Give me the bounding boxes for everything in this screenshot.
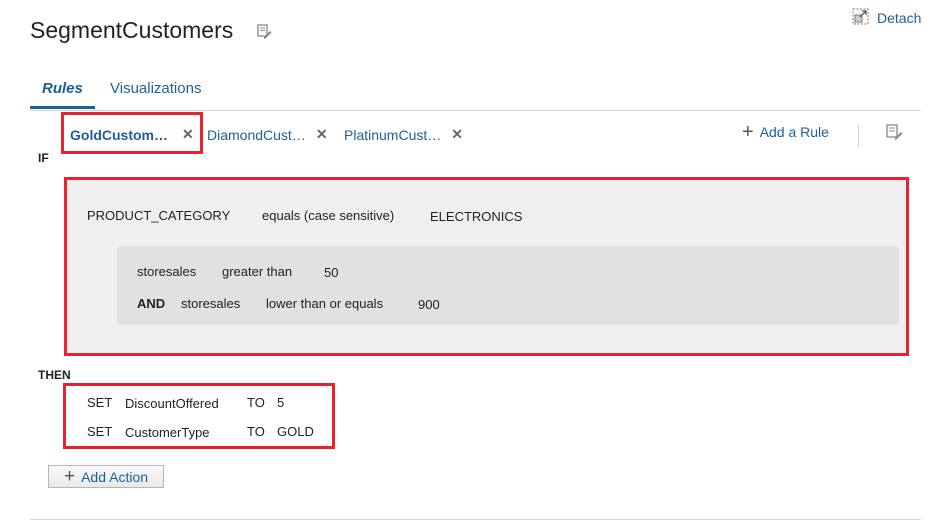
- bottom-divider: [30, 519, 921, 520]
- page-title: SegmentCustomers: [30, 17, 234, 43]
- action-to-keyword: TO: [247, 424, 265, 439]
- close-icon[interactable]: ✕: [182, 126, 194, 143]
- if-label: IF: [38, 151, 49, 165]
- detach-label: Detach: [877, 10, 922, 26]
- highlight-conditions: [64, 177, 909, 356]
- action-set-keyword: SET: [87, 395, 113, 410]
- add-action-label: Add Action: [81, 468, 149, 485]
- then-label: THEN: [38, 368, 71, 382]
- tab-visualizations[interactable]: Visualizations: [110, 80, 201, 97]
- action-set-keyword: SET: [87, 424, 113, 439]
- rule-tab-platinum[interactable]: PlatinumCust… ✕: [344, 126, 463, 143]
- rule-tab-gold[interactable]: GoldCustom… ✕: [70, 126, 194, 143]
- main-tabs: Rules Visualizations: [30, 70, 921, 111]
- add-action-button[interactable]: + Add Action: [48, 465, 164, 488]
- close-icon[interactable]: ✕: [316, 126, 328, 143]
- close-icon[interactable]: ✕: [451, 126, 463, 143]
- rule-tab-label: GoldCustom…: [70, 126, 168, 143]
- add-rule-label: Add a Rule: [759, 124, 829, 140]
- edit-rules-icon[interactable]: [886, 124, 904, 142]
- action-value[interactable]: GOLD: [277, 424, 314, 439]
- plus-icon: +: [63, 465, 76, 487]
- plus-icon: +: [742, 121, 754, 143]
- edit-title-icon[interactable]: [256, 24, 272, 40]
- active-tab-indicator: [30, 106, 95, 109]
- action-to-keyword: TO: [247, 395, 265, 410]
- detach-icon: [852, 8, 869, 28]
- action-target[interactable]: DiscountOffered: [125, 396, 219, 411]
- rule-tab-diamond[interactable]: DiamondCust… ✕: [207, 126, 328, 143]
- tab-rules[interactable]: Rules: [42, 80, 83, 97]
- rule-tab-label: PlatinumCust…: [344, 126, 442, 143]
- action-value[interactable]: 5: [277, 395, 284, 410]
- add-rule-button[interactable]: + Add a Rule: [742, 121, 829, 143]
- detach-button[interactable]: Detach: [852, 8, 921, 28]
- action-target[interactable]: CustomerType: [125, 425, 210, 440]
- toolbar-divider: [858, 124, 859, 148]
- rule-tab-label: DiamondCust…: [207, 126, 306, 143]
